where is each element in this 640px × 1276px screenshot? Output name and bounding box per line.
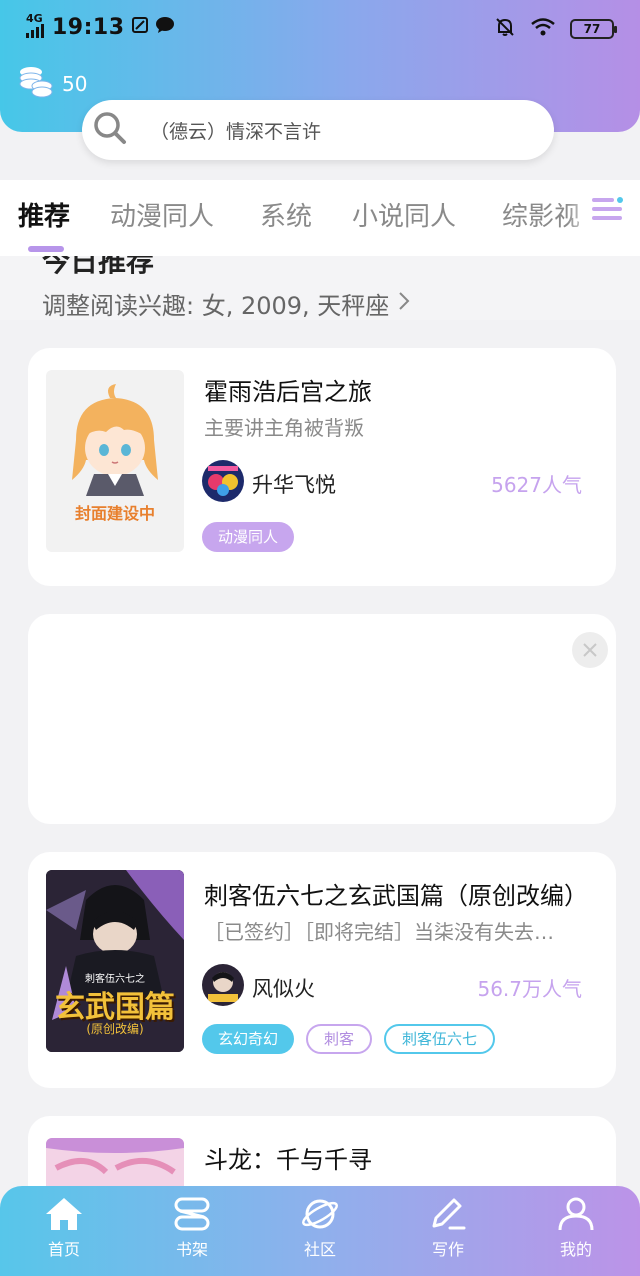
user-icon bbox=[528, 1196, 624, 1232]
wifi-icon bbox=[530, 17, 556, 41]
today-title: 今日推荐 bbox=[42, 256, 155, 278]
pen-icon bbox=[400, 1196, 496, 1232]
reading-interest-text: 调整阅读兴趣: 女, 2009, 天秤座 bbox=[42, 292, 390, 320]
mute-bell-icon bbox=[494, 16, 516, 42]
network-indicator: 4G bbox=[26, 13, 46, 40]
nav-home[interactable]: 首页 bbox=[16, 1196, 112, 1260]
tab-system[interactable]: 系统 bbox=[260, 196, 312, 233]
author-name: 风似火 bbox=[252, 977, 315, 1001]
chevron-right-icon bbox=[397, 290, 411, 318]
popularity-count: 56.7万人气 bbox=[477, 977, 582, 1001]
book-tag[interactable]: 刺客伍六七 bbox=[384, 1024, 496, 1054]
battery-indicator: 77 bbox=[570, 19, 617, 39]
cover-under-construction-text: 封面建设中 bbox=[74, 504, 155, 523]
book-tag[interactable]: 刺客 bbox=[306, 1024, 373, 1054]
coin-count: 50 bbox=[62, 71, 88, 96]
book-cover-placeholder: 封面建设中 bbox=[46, 370, 184, 552]
author-name: 升华飞悦 bbox=[252, 473, 336, 497]
search-placeholder: （德云）情深不言许 bbox=[150, 120, 322, 143]
search-icon bbox=[92, 110, 128, 150]
nav-community[interactable]: 社区 bbox=[272, 1196, 368, 1260]
book-tag[interactable]: 玄幻奇幻 bbox=[202, 1024, 295, 1054]
home-icon bbox=[16, 1196, 112, 1232]
nav-label: 首页 bbox=[47, 1240, 80, 1259]
search-bar[interactable]: （德云）情深不言许 bbox=[82, 100, 554, 160]
anime-girl-cover-image bbox=[72, 384, 158, 496]
planet-icon bbox=[272, 1196, 368, 1232]
nav-write[interactable]: 写作 bbox=[400, 1196, 496, 1260]
cover-subtitle-text: (原创改编) bbox=[86, 1022, 144, 1036]
status-bar: 4G 19:13 77 bbox=[0, 0, 640, 58]
today-section: 今日推荐 调整阅读兴趣: 女, 2009, 天秤座 bbox=[0, 256, 640, 320]
message-notification-icon bbox=[155, 16, 175, 38]
nav-label: 我的 bbox=[559, 1240, 592, 1259]
close-icon[interactable] bbox=[572, 632, 608, 668]
reading-interest-link[interactable]: 调整阅读兴趣: 女, 2009, 天秤座 bbox=[42, 286, 411, 320]
tab-novel-fanfic[interactable]: 小说同人 bbox=[352, 196, 456, 233]
bookshelf-icon bbox=[144, 1196, 240, 1232]
tab-anime-fanfic[interactable]: 动漫同人 bbox=[110, 196, 214, 233]
nav-label: 书架 bbox=[175, 1240, 208, 1259]
ad-placeholder-card bbox=[28, 614, 616, 824]
coin-stack-icon bbox=[18, 64, 54, 103]
active-tab-indicator bbox=[28, 246, 64, 252]
book-description: 主要讲主角被背叛 bbox=[204, 416, 364, 440]
nav-label: 社区 bbox=[303, 1240, 336, 1259]
bottom-navigation: 首页 书架 社区 写作 我的 bbox=[0, 1186, 640, 1276]
book-title: 刺客伍六七之玄武国篇（原创改编） bbox=[204, 882, 588, 910]
status-time: 19:13 bbox=[52, 14, 125, 40]
popularity-count: 5627人气 bbox=[491, 473, 582, 497]
category-tabs: 推荐 动漫同人 系统 小说同人 综影视 bbox=[0, 180, 640, 256]
nav-label: 写作 bbox=[431, 1240, 464, 1259]
author-row[interactable]: 风似火 56.7万人气 bbox=[202, 964, 582, 1008]
author-avatar bbox=[202, 460, 244, 502]
book-cover: 刺客伍六七之 玄武国篇 (原创改编) bbox=[46, 870, 184, 1052]
tab-recommend[interactable]: 推荐 bbox=[18, 196, 70, 233]
book-title: 霍雨浩后宫之旅 bbox=[204, 378, 372, 406]
nav-profile[interactable]: 我的 bbox=[528, 1196, 624, 1260]
book-card[interactable]: 封面建设中 霍雨浩后宫之旅 主要讲主角被背叛 升华飞悦 5627人气 动漫同人 bbox=[28, 348, 616, 586]
book-description: ［已签约］［即将完结］当柒没有失去… bbox=[204, 920, 554, 944]
book-title: 斗龙：千与千寻 bbox=[204, 1146, 372, 1174]
author-row[interactable]: 升华飞悦 5627人气 bbox=[202, 460, 582, 504]
author-avatar bbox=[202, 964, 244, 1006]
screenshot-notification-icon bbox=[131, 16, 149, 38]
book-tag[interactable]: 动漫同人 bbox=[202, 522, 295, 552]
category-menu-icon[interactable] bbox=[590, 192, 624, 226]
book-card[interactable]: 刺客伍六七之 玄武国篇 (原创改编) 刺客伍六七之玄武国篇（原创改编） ［已签约… bbox=[28, 852, 616, 1088]
coin-balance[interactable]: 50 bbox=[18, 64, 87, 103]
nav-bookshelf[interactable]: 书架 bbox=[144, 1196, 240, 1260]
